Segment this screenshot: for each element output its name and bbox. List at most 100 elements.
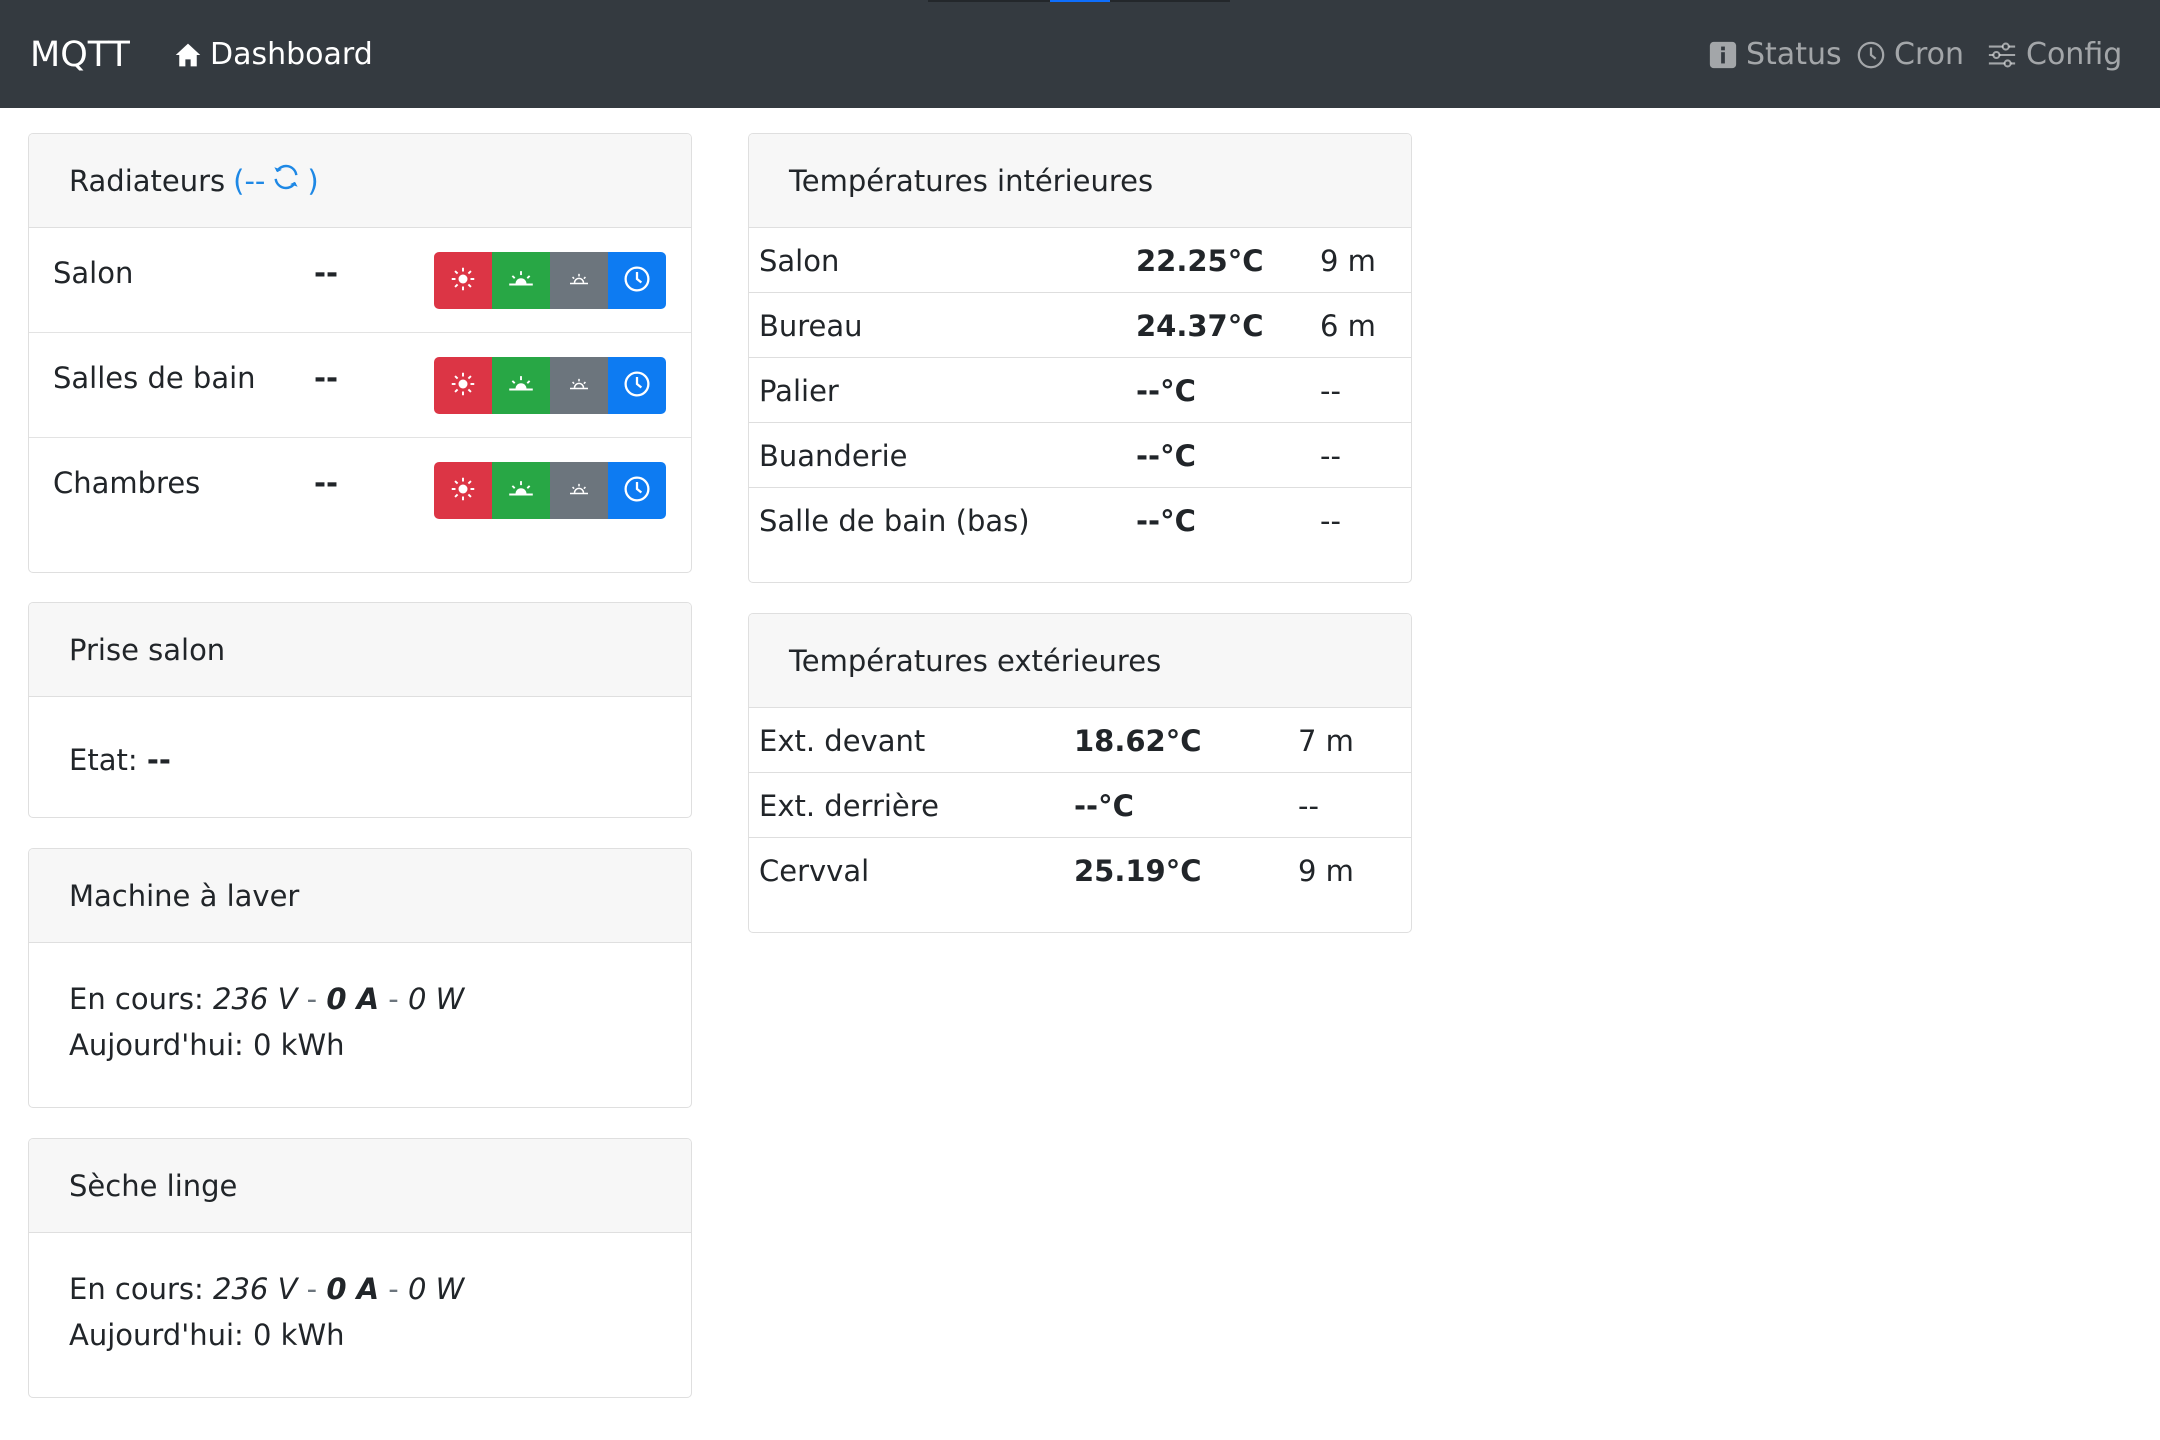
sun-icon [451, 267, 475, 295]
radiateurs-card: Radiateurs (-- ) Salon -- Salles de bain… [28, 133, 692, 573]
radiateurs-refresh-link[interactable]: (-- ) [233, 162, 319, 199]
radiateur-name: Chambres [53, 466, 201, 500]
table-row: Ext. derrière --°C -- [749, 773, 1411, 838]
seche-en-cours-line: En cours: 236 V - 0 A - 0 W [69, 1266, 691, 1312]
table-row: Cervval 25.19°C 9 m [749, 838, 1411, 903]
separator: - [388, 982, 399, 1016]
sensor-name: Ext. devant [759, 724, 926, 758]
sensor-temp: --°C [1136, 504, 1196, 538]
clock-icon [1856, 40, 1886, 70]
sensor-age: -- [1298, 789, 1319, 823]
seche-card: Sèche linge En cours: 236 V - 0 A - 0 W … [28, 1138, 692, 1398]
sunrise-icon [508, 373, 534, 399]
separator: - [306, 982, 318, 1016]
mode-eco-button[interactable] [492, 252, 550, 309]
nav-status-label: Status [1746, 37, 1842, 72]
sensor-temp: --°C [1136, 439, 1196, 473]
radiateur-name: Salles de bain [53, 361, 256, 395]
nav-cron-label: Cron [1894, 37, 1964, 72]
table-row: Bureau 24.37°C 6 m [749, 293, 1411, 358]
machine-today-line: Aujourd'hui: 0 kWh [69, 1022, 691, 1068]
sensor-temp: --°C [1136, 374, 1196, 408]
machine-en-cours-line: En cours: 236 V - 0 A - 0 W [69, 976, 691, 1022]
radiateurs-status: (-- [233, 163, 266, 198]
nav-config[interactable]: Config [1986, 30, 2122, 80]
refresh-icon [271, 162, 301, 199]
seche-title: Sèche linge [69, 1168, 238, 1203]
machine-card: Machine à laver En cours: 236 V - 0 A - … [28, 848, 692, 1108]
sensor-age: -- [1320, 374, 1341, 408]
sensor-name: Ext. derrière [759, 789, 939, 823]
sliders-icon [1986, 40, 2018, 70]
prise-salon-header: Prise salon [29, 603, 691, 697]
separator: - [306, 1272, 318, 1306]
mode-comfort-button[interactable] [434, 357, 492, 414]
temp-ext-title: Températures extérieures [789, 643, 1162, 678]
sensor-age: 9 m [1320, 244, 1376, 278]
etat-label: Etat: [69, 743, 138, 777]
sensor-age: 7 m [1298, 724, 1354, 758]
sunrise-icon [508, 268, 534, 294]
clock-icon [623, 370, 651, 402]
radiateur-row-chambres: Chambres -- [29, 438, 691, 543]
mode-schedule-button[interactable] [608, 462, 666, 519]
mode-off-button[interactable] [550, 252, 608, 309]
sensor-temp: --°C [1074, 789, 1134, 823]
sensor-age: -- [1320, 439, 1341, 473]
separator: - [388, 1272, 399, 1306]
en-cours-label: En cours: [69, 982, 204, 1016]
radiateur-row-salles-de-bain: Salles de bain -- [29, 333, 691, 438]
sensor-temp: 24.37°C [1136, 309, 1264, 343]
seche-header: Sèche linge [29, 1139, 691, 1233]
mode-off-button[interactable] [550, 462, 608, 519]
clock-icon [623, 475, 651, 507]
mode-off-button[interactable] [550, 357, 608, 414]
radiateurs-title: Radiateurs [69, 163, 226, 198]
nav-cron[interactable]: Cron [1856, 30, 1964, 80]
brand-link[interactable]: MQTT [30, 30, 130, 80]
house-icon [174, 41, 202, 69]
today-value: 0 kWh [253, 1028, 345, 1062]
temp-ext-header: Températures extérieures [749, 614, 1411, 708]
sensor-name: Bureau [759, 309, 863, 343]
etat-value: -- [146, 743, 171, 777]
mode-schedule-button[interactable] [608, 357, 666, 414]
power-value: 0 W [407, 982, 465, 1016]
sunrise-icon [508, 478, 534, 504]
sunset-icon [568, 375, 590, 397]
table-row: Ext. devant 18.62°C 7 m [749, 708, 1411, 773]
sensor-age: 9 m [1298, 854, 1354, 888]
temp-int-header: Températures intérieures [749, 134, 1411, 228]
temp-int-title: Températures intérieures [789, 163, 1154, 198]
seche-body: En cours: 236 V - 0 A - 0 W Aujourd'hui:… [29, 1233, 691, 1358]
sensor-temp: 25.19°C [1074, 854, 1202, 888]
sensor-temp: 18.62°C [1074, 724, 1202, 758]
radiateurs-header: Radiateurs (-- ) [29, 134, 691, 228]
machine-body: En cours: 236 V - 0 A - 0 W Aujourd'hui:… [29, 943, 691, 1068]
machine-header: Machine à laver [29, 849, 691, 943]
prise-salon-title: Prise salon [69, 632, 226, 667]
en-cours-label: En cours: [69, 1272, 204, 1306]
nav-status[interactable]: Status [1708, 30, 1842, 80]
mode-eco-button[interactable] [492, 462, 550, 519]
today-label: Aujourd'hui: [69, 1028, 244, 1062]
radiateur-value: -- [314, 466, 339, 500]
machine-title: Machine à laver [69, 878, 300, 913]
mode-comfort-button[interactable] [434, 252, 492, 309]
navbar: MQTT Dashboard Status Cron Config [0, 0, 2160, 108]
voltage-value: 236 V [213, 982, 298, 1016]
table-row: Salle de bain (bas) --°C -- [749, 488, 1411, 553]
mode-eco-button[interactable] [492, 357, 550, 414]
radiateur-value: -- [314, 361, 339, 395]
mode-comfort-button[interactable] [434, 462, 492, 519]
table-row: Palier --°C -- [749, 358, 1411, 423]
temp-ext-card: Températures extérieures Ext. devant 18.… [748, 613, 1412, 933]
prise-salon-body: Etat: -- [29, 697, 691, 783]
info-icon [1708, 40, 1738, 70]
sunset-icon [568, 480, 590, 502]
nav-dashboard[interactable]: Dashboard [174, 30, 373, 80]
sun-icon [451, 477, 475, 505]
mode-schedule-button[interactable] [608, 252, 666, 309]
radiateur-name: Salon [53, 256, 134, 290]
sensor-age: -- [1320, 504, 1341, 538]
